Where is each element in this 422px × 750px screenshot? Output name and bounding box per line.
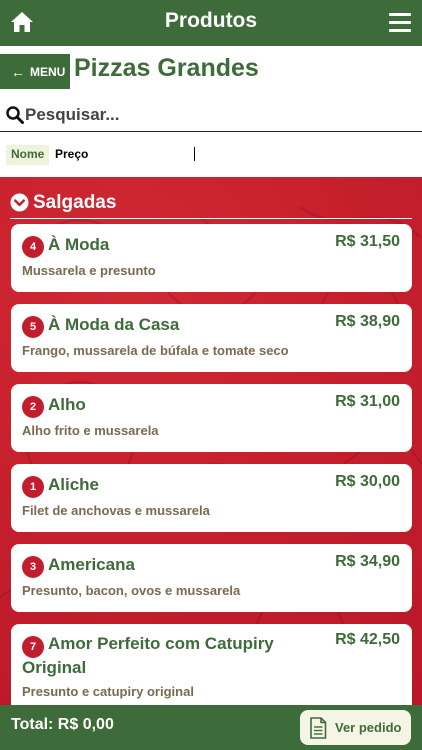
- sort-by-name-button[interactable]: Nome: [6, 145, 50, 165]
- category-header[interactable]: Salgadas: [10, 187, 412, 219]
- product-card[interactable]: 5 À Moda da Casa R$ 38,90 Frango, mussar…: [11, 304, 412, 372]
- product-card[interactable]: 3 Americana R$ 34,90 Presunto, bacon, ov…: [11, 544, 412, 612]
- hamburger-menu-icon[interactable]: [389, 13, 411, 33]
- sort-by-price-button[interactable]: Preço: [55, 147, 88, 161]
- product-price: R$ 30,00: [335, 473, 400, 490]
- view-order-button[interactable]: Ver pedido: [300, 710, 411, 745]
- product-price: R$ 38,90: [335, 313, 400, 330]
- product-number-badge: 3: [22, 556, 44, 578]
- product-description: Presunto, bacon, ovos e mussarela: [22, 583, 241, 598]
- product-name: À Moda da Casa: [48, 315, 180, 334]
- product-card[interactable]: 1 Aliche R$ 30,00 Filet de anchovas e mu…: [11, 464, 412, 532]
- product-number-badge: 2: [22, 396, 44, 418]
- product-description: Presunto e catupiry original: [22, 684, 194, 699]
- text-cursor: [194, 147, 195, 161]
- order-total: Total: R$ 0,00: [11, 716, 114, 733]
- product-description: Mussarela e presunto: [22, 263, 156, 278]
- product-name: À Moda: [48, 235, 110, 254]
- product-number-badge: 5: [22, 316, 44, 338]
- product-name: Amor Perfeito com Catupiry Original: [22, 634, 274, 677]
- search-icon: [6, 106, 24, 124]
- product-price: R$ 31,50: [335, 233, 400, 250]
- search-bar: [0, 100, 422, 132]
- app-title: Produtos: [164, 9, 258, 32]
- bottom-bar: Total: R$ 0,00 Ver pedido: [0, 705, 422, 750]
- page-title: Pizzas Grandes: [74, 54, 259, 82]
- chevron-down-icon: [10, 193, 29, 212]
- arrow-left-icon: ←: [11, 63, 25, 80]
- product-price: R$ 34,90: [335, 553, 400, 570]
- view-order-label: Ver pedido: [335, 720, 402, 735]
- product-name: Aliche: [48, 475, 100, 494]
- product-card[interactable]: 4 À Moda R$ 31,50 Mussarela e presunto: [11, 224, 412, 292]
- category-title: Salgadas: [33, 191, 117, 213]
- top-bar: Produtos: [0, 0, 422, 46]
- product-card[interactable]: 7 Amor Perfeito com Catupiry Original R$…: [11, 624, 412, 705]
- product-description: Alho frito e mussarela: [22, 423, 159, 438]
- product-name: Americana: [48, 555, 135, 574]
- search-input[interactable]: [25, 102, 405, 128]
- back-to-menu-button[interactable]: ← MENU: [0, 54, 70, 89]
- product-description: Frango, mussarela de búfala e tomate sec…: [22, 343, 289, 358]
- product-price: R$ 31,00: [335, 393, 400, 410]
- product-name: Alho: [48, 395, 86, 414]
- document-icon: [310, 716, 327, 739]
- product-card[interactable]: 2 Alho R$ 31,00 Alho frito e mussarela: [11, 384, 412, 452]
- back-button-label: MENU: [30, 64, 66, 79]
- product-description: Filet de anchovas e mussarela: [22, 503, 210, 518]
- product-list-area[interactable]: Salgadas 4 À Moda R$ 31,50 Mussarela e p…: [0, 177, 422, 705]
- product-number-badge: 1: [22, 476, 44, 498]
- product-price: R$ 42,50: [335, 631, 400, 648]
- product-number-badge: 4: [22, 236, 44, 258]
